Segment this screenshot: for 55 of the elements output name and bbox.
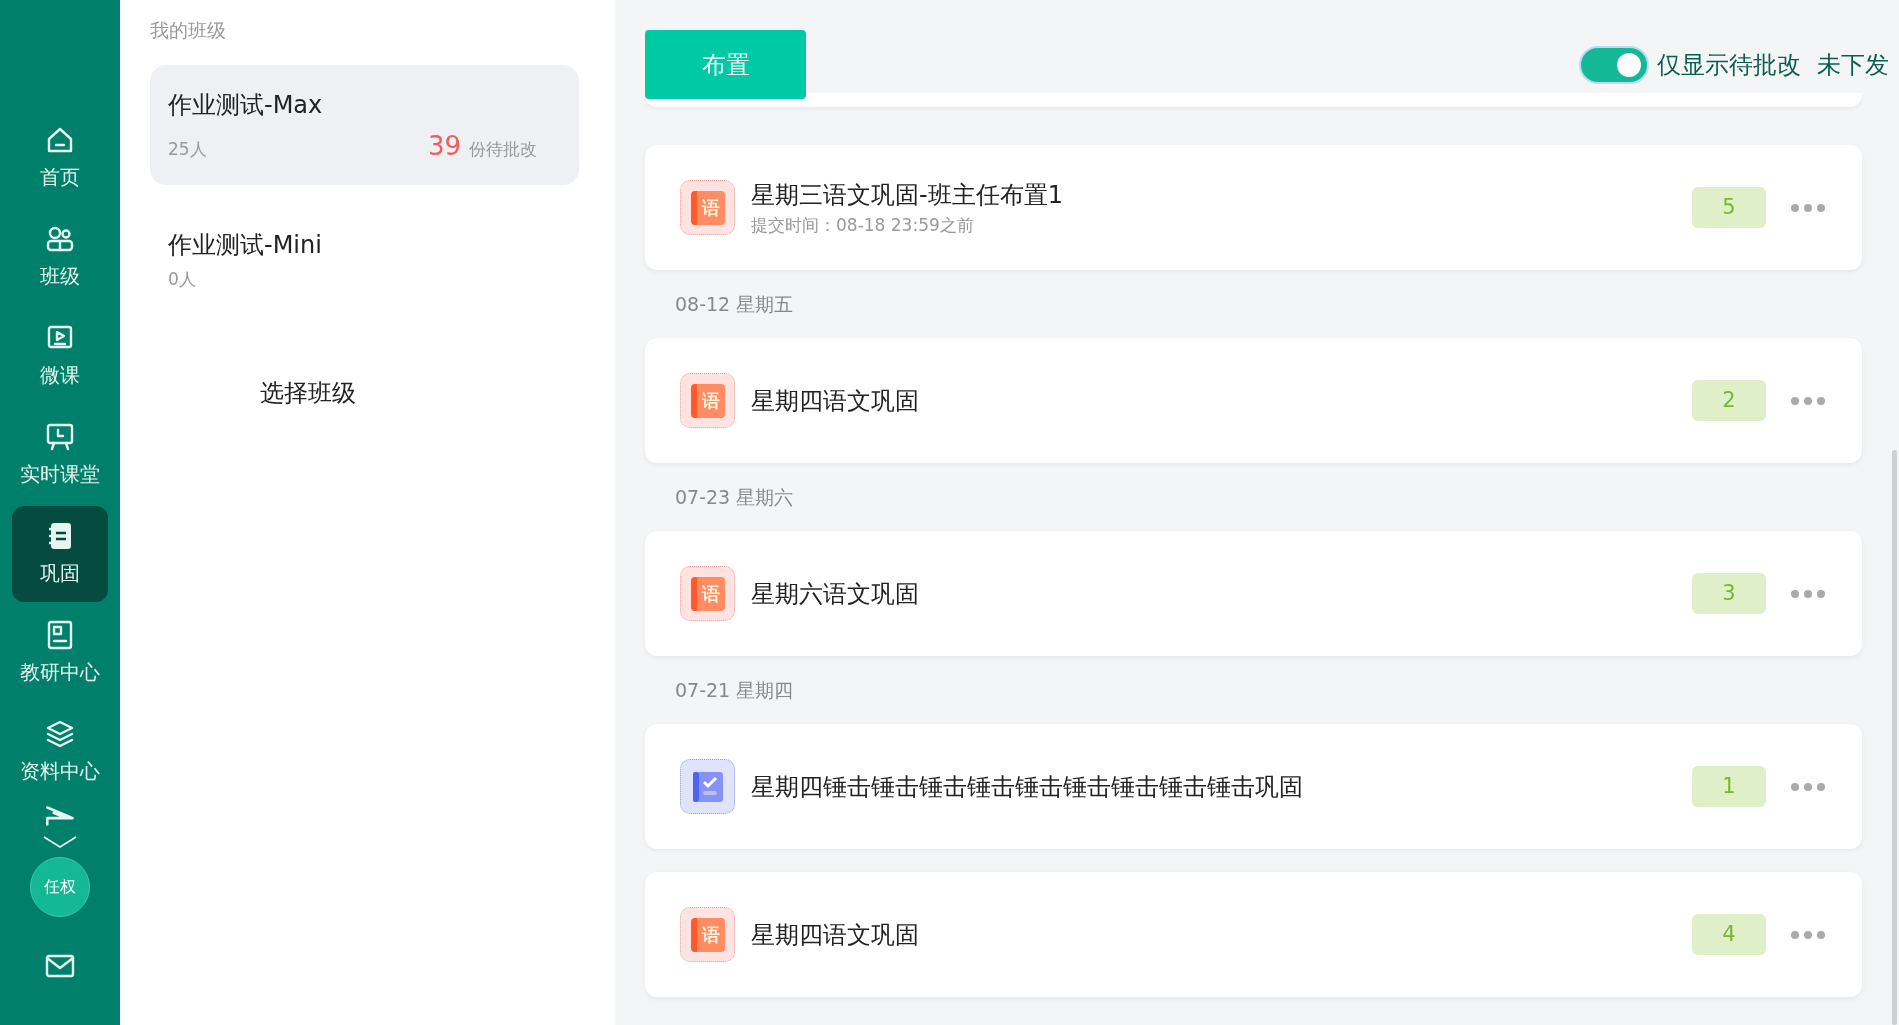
select-class-label: 选择班级 xyxy=(260,377,357,409)
subject-book-icon: 语 xyxy=(690,917,725,952)
member-count: 0人 xyxy=(168,267,196,291)
member-count: 25人 xyxy=(168,137,207,161)
sidebar-item[interactable]: 巩固 xyxy=(12,506,108,602)
date-label: 07-23 星期六 xyxy=(674,484,795,510)
subject-book-icon: 语 xyxy=(690,383,725,418)
sidebar-item[interactable]: 微课 xyxy=(12,308,108,404)
assignment-title: 星期六语文巩固 xyxy=(751,578,919,610)
assignment-title: 星期四语文巩固 xyxy=(751,919,919,951)
scrollbar[interactable] xyxy=(1892,450,1897,1025)
class-name: 作业测试-Mini xyxy=(168,229,323,261)
assignment-card[interactable]: 语 星期六语文巩固 3 xyxy=(645,531,1862,656)
pending-count: 1 xyxy=(1692,766,1766,807)
deadline-text: 提交时间：08-18 23:59之前 xyxy=(751,213,975,237)
checklist-book-icon xyxy=(680,759,735,814)
date-label: 08-12 星期五 xyxy=(674,291,795,317)
pending-count: 5 xyxy=(1692,187,1766,228)
toggle-switch[interactable] xyxy=(1579,45,1649,84)
pending-label: 份待批改 xyxy=(469,137,537,161)
pending-count: 2 xyxy=(1692,380,1766,421)
sidebar-item[interactable]: 实时课堂 xyxy=(12,407,108,503)
pending-count: 39 xyxy=(427,129,461,163)
panel-title: 我的班级 xyxy=(150,18,227,43)
assignment-card[interactable]: 星期四锤击锤击锤击锤击锤击锤击锤击锤击锤击巩固 1 xyxy=(645,724,1862,849)
layers-icon xyxy=(44,718,76,750)
assignment-title: 星期三语文巩固-班主任布置1 xyxy=(751,179,1063,211)
pending-count: 4 xyxy=(1692,914,1766,955)
more-icon[interactable] xyxy=(1790,781,1826,792)
mail-icon[interactable] xyxy=(44,953,76,979)
class-item[interactable]: 作业测试-Max 25人 39 份待批改 xyxy=(150,64,579,185)
more-icon[interactable] xyxy=(1790,588,1826,599)
assignment-card[interactable]: 语 星期四语文巩固 4 xyxy=(645,872,1862,997)
sidebar-item[interactable]: 班级 xyxy=(12,209,108,305)
assignment-card[interactable]: 语 星期四语文巩固 2 xyxy=(645,338,1862,463)
sidebar-item[interactable]: 首页 xyxy=(12,110,108,206)
unsent-link[interactable]: 未下发 xyxy=(1817,46,1889,83)
assignment-title: 星期四语文巩固 xyxy=(751,385,919,417)
assignment-card[interactable]: 语 星期三语文巩固-班主任布置1 提交时间：08-18 23:59之前 5 xyxy=(645,145,1862,270)
pending-count: 3 xyxy=(1692,573,1766,614)
class-item[interactable]: 作业测试-Mini 0人 xyxy=(150,204,579,325)
whiteboard-icon xyxy=(44,421,76,453)
more-icon[interactable] xyxy=(1790,395,1826,406)
sidebar-item[interactable]: 教研中心 xyxy=(12,605,108,701)
assignment-title: 星期四锤击锤击锤击锤击锤击锤击锤击锤击锤击巩固 xyxy=(751,771,1303,803)
chevron-down-icon[interactable] xyxy=(42,835,78,849)
toggle-label: 仅显示待批改 xyxy=(1657,49,1801,81)
send-icon[interactable] xyxy=(43,803,77,829)
class-name: 作业测试-Max xyxy=(168,89,324,121)
more-icon[interactable] xyxy=(1790,202,1826,213)
subject-book-icon: 语 xyxy=(690,576,725,611)
more-icon[interactable] xyxy=(1790,929,1826,940)
date-label: 07-21 星期四 xyxy=(674,677,795,703)
subject-book-icon: 语 xyxy=(690,190,725,225)
sidebar-item[interactable]: 资料中心 xyxy=(12,704,108,800)
